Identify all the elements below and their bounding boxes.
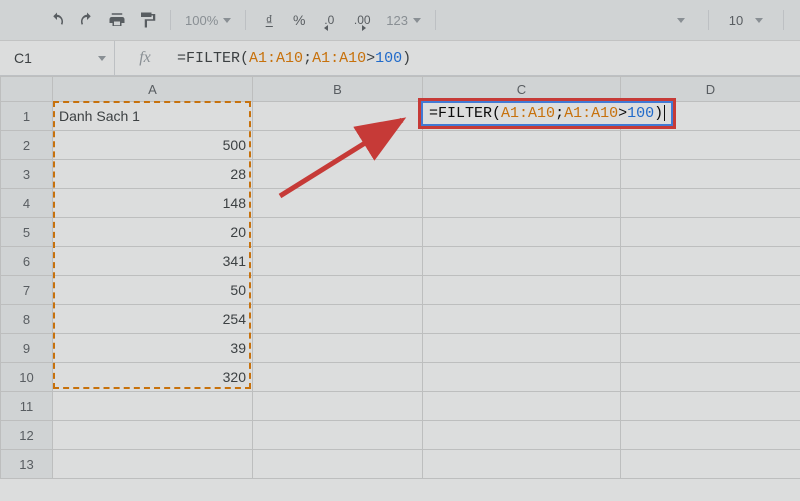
row-header-1[interactable]: 1 xyxy=(1,102,53,131)
cell-editor[interactable]: =FILTER(A1:A10;A1:A10>100) xyxy=(421,101,673,126)
increase-decimal-icon[interactable]: .00 xyxy=(346,7,378,33)
cell-A10[interactable]: 320 xyxy=(53,363,253,392)
cell-B1[interactable] xyxy=(253,102,423,131)
cell-A8[interactable]: 254 xyxy=(53,305,253,334)
cell-C2[interactable] xyxy=(423,131,621,160)
cell-B11[interactable] xyxy=(253,392,423,421)
row-header-3[interactable]: 3 xyxy=(1,160,53,189)
chevron-down-icon xyxy=(98,56,106,61)
separator xyxy=(708,10,709,30)
undo-icon[interactable] xyxy=(44,7,70,33)
cell-C11[interactable] xyxy=(423,392,621,421)
zoom-dropdown[interactable]: 100% xyxy=(181,13,235,28)
cell-A1[interactable]: Danh Sach 1 xyxy=(53,102,253,131)
print-icon[interactable] xyxy=(104,7,130,33)
row-header-10[interactable]: 10 xyxy=(1,363,53,392)
cell-A9[interactable]: 39 xyxy=(53,334,253,363)
cell-C6[interactable] xyxy=(423,247,621,276)
cell-reference: C1 xyxy=(14,50,32,66)
cell-D2[interactable] xyxy=(621,131,800,160)
spreadsheet-grid[interactable]: A B C D 1Danh Sach 125003284148520634175… xyxy=(0,76,800,501)
separator xyxy=(435,10,436,30)
formula-input[interactable]: =FILTER(A1:A10;A1:A10>100) xyxy=(175,50,800,67)
cell-A2[interactable]: 500 xyxy=(53,131,253,160)
separator xyxy=(245,10,246,30)
cell-B5[interactable] xyxy=(253,218,423,247)
font-size-dropdown[interactable]: 10 xyxy=(719,13,773,28)
cell-A6[interactable]: 341 xyxy=(53,247,253,276)
cell-D5[interactable] xyxy=(621,218,800,247)
cell-A11[interactable] xyxy=(53,392,253,421)
row-header-7[interactable]: 7 xyxy=(1,276,53,305)
cell-D8[interactable] xyxy=(621,305,800,334)
currency-icon[interactable]: ₫ xyxy=(256,7,282,33)
cell-B6[interactable] xyxy=(253,247,423,276)
cell-A12[interactable] xyxy=(53,421,253,450)
cell-A3[interactable]: 28 xyxy=(53,160,253,189)
cell-B12[interactable] xyxy=(253,421,423,450)
row-header-6[interactable]: 6 xyxy=(1,247,53,276)
cell-C5[interactable] xyxy=(423,218,621,247)
cell-C8[interactable] xyxy=(423,305,621,334)
cell-D7[interactable] xyxy=(621,276,800,305)
cell-D9[interactable] xyxy=(621,334,800,363)
cell-B8[interactable] xyxy=(253,305,423,334)
paint-format-icon[interactable] xyxy=(134,7,160,33)
cell-C9[interactable] xyxy=(423,334,621,363)
col-header-A[interactable]: A xyxy=(53,77,253,102)
zoom-value: 100% xyxy=(185,13,218,28)
cell-C13[interactable] xyxy=(423,450,621,479)
select-all-corner[interactable] xyxy=(1,77,53,102)
cell-A5[interactable]: 20 xyxy=(53,218,253,247)
cell-D3[interactable] xyxy=(621,160,800,189)
separator xyxy=(783,10,784,30)
row-header-5[interactable]: 5 xyxy=(1,218,53,247)
formula-bar: C1 fx =FILTER(A1:A10;A1:A10>100) xyxy=(0,40,800,76)
more-formats-dropdown[interactable]: 123 xyxy=(382,13,425,28)
text-cursor xyxy=(664,105,665,121)
cell-D11[interactable] xyxy=(621,392,800,421)
cell-C3[interactable] xyxy=(423,160,621,189)
cell-D13[interactable] xyxy=(621,450,800,479)
cell-C10[interactable] xyxy=(423,363,621,392)
cell-B10[interactable] xyxy=(253,363,423,392)
fx-label: fx xyxy=(115,49,175,67)
name-box[interactable]: C1 xyxy=(0,41,115,75)
cell-A7[interactable]: 50 xyxy=(53,276,253,305)
cell-C4[interactable] xyxy=(423,189,621,218)
percent-icon[interactable]: % xyxy=(286,7,312,33)
row-header-9[interactable]: 9 xyxy=(1,334,53,363)
cell-A13[interactable] xyxy=(53,450,253,479)
row-header-2[interactable]: 2 xyxy=(1,131,53,160)
cell-C12[interactable] xyxy=(423,421,621,450)
chevron-down-icon xyxy=(223,18,231,23)
decrease-decimal-icon[interactable]: .0 xyxy=(316,7,342,33)
row-header-13[interactable]: 13 xyxy=(1,450,53,479)
row-header-11[interactable]: 11 xyxy=(1,392,53,421)
redo-icon[interactable] xyxy=(74,7,100,33)
cell-editor-highlight: =FILTER(A1:A10;A1:A10>100) xyxy=(418,98,676,129)
cell-B7[interactable] xyxy=(253,276,423,305)
chevron-down-icon xyxy=(677,18,685,23)
cell-A4[interactable]: 148 xyxy=(53,189,253,218)
row-header-8[interactable]: 8 xyxy=(1,305,53,334)
cell-D4[interactable] xyxy=(621,189,800,218)
chevron-down-icon xyxy=(413,18,421,23)
cell-B4[interactable] xyxy=(253,189,423,218)
cell-B3[interactable] xyxy=(253,160,423,189)
cell-B2[interactable] xyxy=(253,131,423,160)
row-header-4[interactable]: 4 xyxy=(1,189,53,218)
chevron-down-icon xyxy=(755,18,763,23)
col-header-B[interactable]: B xyxy=(253,77,423,102)
cell-D6[interactable] xyxy=(621,247,800,276)
cell-B13[interactable] xyxy=(253,450,423,479)
row-header-12[interactable]: 12 xyxy=(1,421,53,450)
separator xyxy=(170,10,171,30)
cell-D10[interactable] xyxy=(621,363,800,392)
font-dropdown[interactable] xyxy=(670,18,698,23)
cell-C7[interactable] xyxy=(423,276,621,305)
toolbar: 100% ₫ % .0 .00 123 10 xyxy=(0,0,800,40)
cell-D12[interactable] xyxy=(621,421,800,450)
cell-B9[interactable] xyxy=(253,334,423,363)
